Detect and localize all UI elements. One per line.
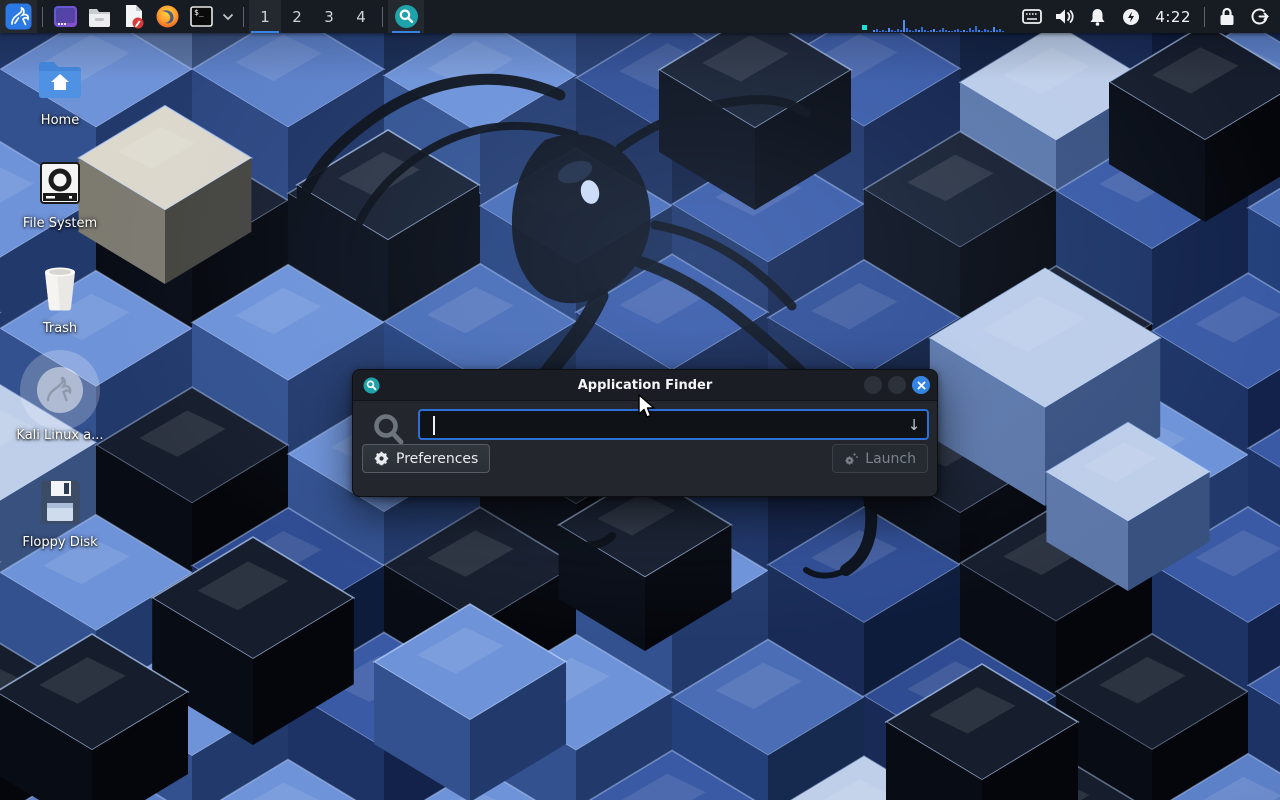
logout-button[interactable]	[1243, 0, 1276, 33]
application-finder-window: Application Finder ↓	[352, 369, 938, 497]
cpu-graph-bars	[873, 0, 1009, 33]
text-caret	[433, 416, 435, 435]
text-editor-icon	[121, 4, 146, 29]
power-bolt-icon	[1122, 8, 1140, 26]
terminal-emulator-icon	[53, 4, 78, 29]
volume-icon	[1055, 8, 1074, 25]
launch-gear-icon	[844, 452, 858, 466]
power-manager-plugin[interactable]	[1114, 0, 1147, 33]
minimize-button[interactable]	[864, 376, 882, 394]
svg-text:$_: $_	[194, 8, 204, 17]
bell-icon	[1089, 8, 1106, 26]
workspace-3-label: 3	[324, 8, 334, 26]
workspace-2-button[interactable]: 2	[281, 0, 313, 33]
desktop-icon-label: File System	[5, 216, 115, 231]
maximize-button[interactable]	[888, 376, 906, 394]
desktop-icon-label: Kali Linux a...	[5, 428, 115, 443]
preferences-button[interactable]: Preferences	[362, 444, 490, 473]
launch-button[interactable]: Launch	[832, 444, 928, 473]
workspace-2-label: 2	[292, 8, 302, 26]
dialog-body: ↓ Preferences Launch	[353, 401, 937, 496]
desktop-icon-label: Home	[5, 113, 115, 128]
hard-drive-icon	[38, 161, 82, 205]
launcher-file-manager[interactable]	[82, 0, 116, 33]
cpu-graph[interactable]	[862, 0, 1009, 33]
top-panel: $_ 1 2 3 4	[0, 0, 1280, 33]
panel-separator	[382, 7, 383, 27]
lock-icon	[1219, 7, 1235, 26]
taskbar-application-finder-button[interactable]	[388, 0, 424, 33]
panel-separator	[1204, 7, 1205, 27]
active-window-indicator	[392, 31, 420, 33]
desktop-icon-label: Floppy Disk	[5, 535, 115, 550]
launcher-dropdown-button[interactable]	[218, 0, 238, 33]
launcher-terminal-emulator[interactable]	[48, 0, 82, 33]
entry-dropdown-arrow-icon[interactable]: ↓	[901, 416, 927, 434]
workspace-4-label: 4	[356, 8, 366, 26]
clock[interactable]: 4:22	[1147, 0, 1199, 33]
preferences-label: Preferences	[396, 451, 478, 467]
panel-separator	[42, 7, 43, 27]
screen: $_ 1 2 3 4	[0, 0, 1280, 800]
volume-control[interactable]	[1048, 0, 1081, 33]
desktop-icon-home[interactable]: Home	[5, 55, 115, 128]
desktop-icon-floppy-disk[interactable]: Floppy Disk	[5, 477, 115, 550]
workspace-4-button[interactable]: 4	[345, 0, 377, 33]
gear-icon	[374, 451, 389, 466]
panel-separator	[243, 7, 244, 27]
workspace-3-button[interactable]: 3	[313, 0, 345, 33]
desktop-icon-label: Trash	[5, 321, 115, 336]
kali-installer-icon	[18, 348, 102, 432]
logout-icon	[1250, 7, 1269, 26]
kali-menu-icon	[5, 3, 32, 30]
search-entry[interactable]: ↓	[418, 409, 929, 440]
applications-menu-button[interactable]	[0, 0, 37, 33]
desktop-icon-file-system[interactable]: File System	[5, 158, 115, 231]
desktop-icon-trash[interactable]: Trash	[5, 263, 115, 336]
desktop-icon-kali-linux[interactable]: Kali Linux a...	[5, 360, 115, 443]
workspace-1-label: 1	[260, 8, 270, 26]
firefox-icon	[155, 4, 180, 29]
launch-label: Launch	[865, 451, 916, 467]
active-workspace-indicator	[251, 31, 279, 33]
chevron-down-icon	[222, 13, 234, 21]
lock-screen-button[interactable]	[1210, 0, 1243, 33]
window-controls	[864, 376, 930, 394]
search-icon	[371, 412, 407, 448]
terminal-prompt-icon: $_	[189, 4, 214, 29]
application-finder-icon	[394, 4, 419, 29]
window-title: Application Finder	[353, 370, 937, 401]
titlebar[interactable]: Application Finder	[353, 370, 937, 401]
workspace-1-button[interactable]: 1	[249, 0, 281, 33]
keyboard-layout-indicator[interactable]	[1015, 0, 1048, 33]
keyboard-icon	[1022, 9, 1042, 24]
search-input[interactable]	[420, 417, 901, 433]
cpu-graph-led	[862, 25, 867, 30]
launcher-text-editor[interactable]	[116, 0, 150, 33]
trash-icon	[37, 264, 83, 312]
launcher-firefox[interactable]	[150, 0, 184, 33]
floppy-disk-icon	[37, 479, 83, 525]
close-button[interactable]	[912, 376, 930, 394]
launcher-terminal-prompt[interactable]: $_	[184, 0, 218, 33]
notifications-plugin[interactable]	[1081, 0, 1114, 33]
file-manager-icon	[87, 4, 112, 29]
close-icon	[917, 381, 926, 390]
home-folder-icon	[37, 61, 83, 99]
clock-time: 4:22	[1155, 8, 1191, 26]
